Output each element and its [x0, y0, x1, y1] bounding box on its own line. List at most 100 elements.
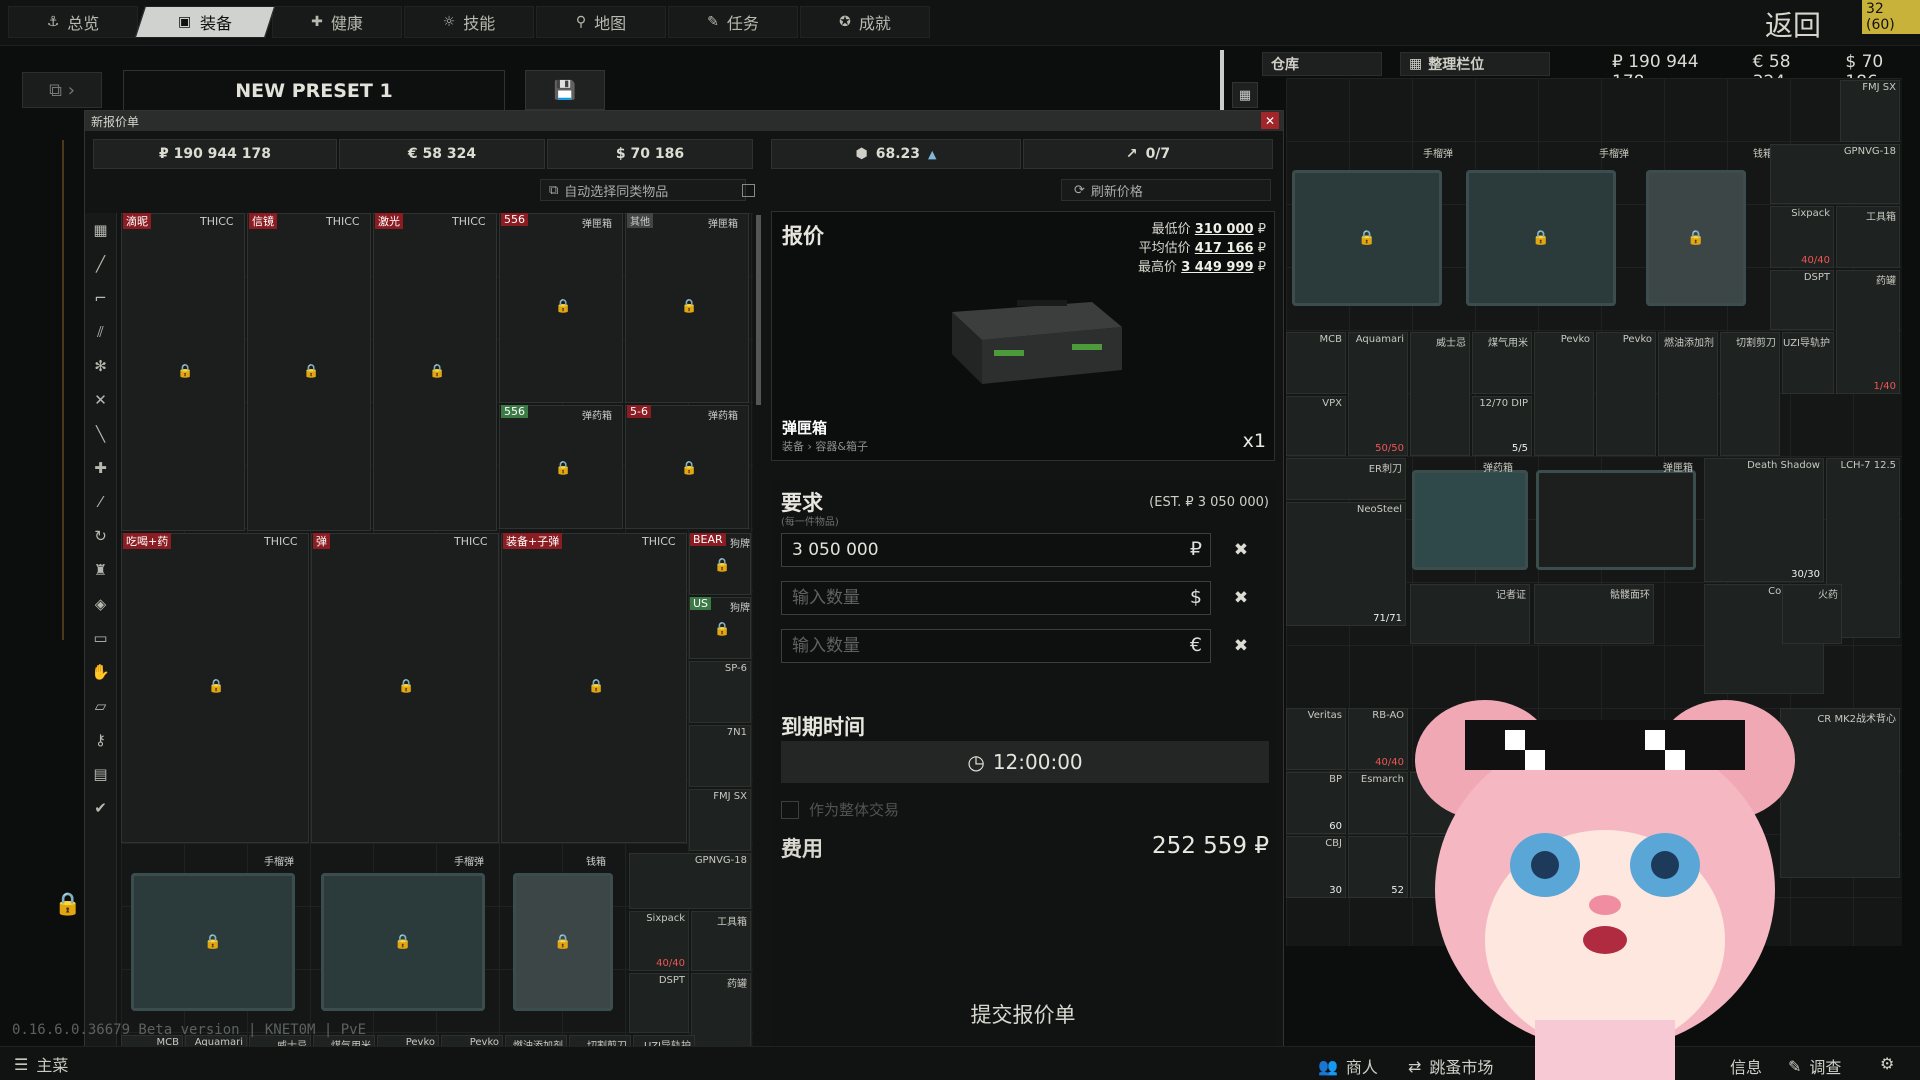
barter-filter-icon[interactable]: ↻	[88, 523, 114, 549]
tab-achievements[interactable]: ✪ 成就	[800, 6, 930, 38]
refresh-price-button[interactable]: ⟳ 刷新价格	[1061, 179, 1271, 201]
preset-name[interactable]: NEW PRESET 1	[123, 70, 505, 112]
clear-usd-button[interactable]: ✖	[1225, 581, 1257, 615]
item-toolset[interactable]: 工具箱	[691, 911, 751, 971]
clear-eur-button[interactable]: ✖	[1225, 629, 1257, 663]
item-neosteel[interactable]: NeoSteel 71/71	[1286, 502, 1406, 626]
document-filter-icon[interactable]: ▤	[88, 761, 114, 787]
item-cbj-ammo[interactable]: CBJ 30	[1286, 836, 1346, 898]
settings-button[interactable]: ⚙	[1880, 1054, 1894, 1073]
thicc-case[interactable]: 🔒	[121, 533, 309, 843]
gear-filter-icon[interactable]: ♜	[88, 557, 114, 583]
traders-button[interactable]: 👥 商人	[1318, 1054, 1378, 1078]
item-pevko[interactable]: Pevko	[1534, 332, 1594, 456]
magazine-case[interactable]: 🔒	[625, 213, 749, 403]
eur-amount-input[interactable]	[792, 636, 1152, 656]
item-aquamari[interactable]: Aquamari 50/50	[1348, 332, 1408, 456]
thicc-case[interactable]: 🔒	[501, 533, 687, 843]
ammo-case[interactable]	[1412, 470, 1528, 570]
thicc-case[interactable]: 🔒	[311, 533, 499, 843]
item-pevko[interactable]: Pevko	[1596, 332, 1656, 456]
item-sixpack[interactable]: Sixpack 40/40	[1770, 206, 1834, 268]
ammo-filter-icon[interactable]: ⫽	[88, 319, 114, 345]
item-fuel-additive[interactable]: 燃油添加剂	[1658, 332, 1718, 456]
book-filter-icon[interactable]: ▱	[88, 693, 114, 719]
ammo-item[interactable]: FMJ SX	[689, 789, 751, 851]
grenade-case[interactable]: 🔒	[1292, 170, 1442, 306]
tab-stash[interactable]: 仓库	[1262, 52, 1382, 76]
auto-select-checkbox[interactable]	[742, 184, 755, 197]
item-whiskey[interactable]: 威士忌	[1410, 332, 1470, 456]
item-toolset[interactable]: 工具箱	[1836, 206, 1900, 268]
item-sixpack[interactable]: Sixpack 40/40	[629, 911, 689, 971]
item-dspt[interactable]: DSPT	[629, 973, 689, 1033]
hand-filter-icon[interactable]: ✋	[88, 659, 114, 685]
tab-map[interactable]: ⚲ 地图	[536, 6, 666, 38]
expiry-time-selector[interactable]: ◷ 12:00:00	[781, 741, 1269, 783]
grenade-case[interactable]: 🔒	[321, 873, 485, 1011]
avg-price[interactable]: 417 166	[1195, 241, 1254, 256]
item-gpnvg[interactable]: GPNVG-18	[629, 853, 751, 909]
money-case[interactable]: 🔒	[513, 873, 613, 1011]
item-uzi-rail[interactable]: UZI导轨护	[1782, 332, 1834, 394]
weapon-filter-icon[interactable]: ╱	[88, 251, 114, 277]
item-veritas[interactable]: Veritas	[1286, 708, 1346, 770]
main-menu-button[interactable]: ☰ 主菜	[14, 1052, 68, 1076]
pistol-filter-icon[interactable]: ⌐	[88, 285, 114, 311]
close-button[interactable]: ✕	[1261, 112, 1279, 129]
magazine-case[interactable]: 🔒	[499, 213, 623, 403]
quest-filter-icon[interactable]: ✔	[88, 795, 114, 821]
item-gpnvg[interactable]: GPNVG-18	[1770, 144, 1900, 204]
usd-amount-input[interactable]	[792, 588, 1152, 608]
stash-scrollbar[interactable]	[756, 215, 761, 405]
preset-menu-button[interactable]: ⧉ ›	[22, 72, 102, 108]
ammo-case[interactable]: 🔒	[499, 405, 623, 529]
tab-tasks[interactable]: ✎ 任务	[668, 6, 798, 38]
tab-overview[interactable]: ⚓ 总览	[8, 6, 138, 38]
rub-amount-field[interactable]: ₽	[781, 533, 1211, 567]
submit-offer-button[interactable]: 提交报价单	[771, 989, 1275, 1039]
item-cutters[interactable]: 切割剪刀	[1720, 332, 1780, 456]
item-press-pass[interactable]: 记者证	[1410, 584, 1530, 644]
tab-health[interactable]: ✚ 健康	[272, 6, 402, 38]
usd-amount-field[interactable]: $	[781, 581, 1211, 615]
tab-sorting-table[interactable]: ▦ 整理栏位	[1400, 52, 1550, 76]
save-preset-button[interactable]: 💾	[525, 70, 605, 110]
item-vpx[interactable]: VPX	[1286, 396, 1346, 456]
key-filter-icon[interactable]: ⚷	[88, 727, 114, 753]
clear-rub-button[interactable]: ✖	[1225, 533, 1257, 567]
melee-filter-icon[interactable]: ✕	[88, 387, 114, 413]
ammo-item[interactable]: 7N1	[689, 725, 751, 787]
bulk-trade-checkbox[interactable]	[781, 800, 799, 819]
medical-filter-icon[interactable]: ✚	[88, 455, 114, 481]
item-er-bayonet[interactable]: ER刺刀	[1286, 458, 1406, 500]
item-skull-ring[interactable]: 骷髅面环	[1534, 584, 1654, 644]
grenade-case[interactable]: 🔒	[1466, 170, 1616, 306]
item-gas[interactable]: 煤气用米	[1472, 332, 1532, 394]
eur-amount-field[interactable]: €	[781, 629, 1211, 663]
item-shells[interactable]: 12/70 DIP 5/5	[1472, 396, 1532, 456]
item-canister[interactable]: 药罐 1/40	[1836, 270, 1900, 394]
item-powder[interactable]: 火药	[1782, 584, 1842, 644]
ammo-item[interactable]: FMJ SX	[1840, 80, 1900, 142]
thicc-case[interactable]: 🔒	[373, 213, 497, 531]
grid-view-button[interactable]: ▦	[1232, 82, 1258, 108]
tab-gear[interactable]: ▣ 装备	[134, 6, 276, 38]
item-dspt[interactable]: DSPT	[1770, 270, 1834, 330]
auto-select-toggle[interactable]: ⧉ 自动选择同类物品	[540, 179, 755, 201]
min-price[interactable]: 310 000	[1195, 222, 1254, 237]
knife-filter-icon[interactable]: ╲	[88, 421, 114, 447]
bulk-trade-option[interactable]: 作为整体交易	[781, 799, 899, 820]
ammo-case[interactable]: 🔒	[625, 405, 749, 529]
grenade-case[interactable]: 🔒	[131, 873, 295, 1011]
tab-skills[interactable]: ☼ 技能	[404, 6, 534, 38]
armor-filter-icon[interactable]: ◈	[88, 591, 114, 617]
ammo-item[interactable]: SP-6	[689, 661, 751, 723]
lock-icon[interactable]: 🔒	[54, 892, 81, 917]
money-case[interactable]: 🔒	[1646, 170, 1746, 306]
mod-filter-icon[interactable]: ✻	[88, 353, 114, 379]
item-mcb[interactable]: MCB	[1286, 332, 1346, 394]
thicc-case[interactable]: 🔒	[121, 213, 245, 531]
grid-filter-icon[interactable]: ▦	[88, 217, 114, 243]
back-button[interactable]: 返回	[1765, 4, 1821, 44]
